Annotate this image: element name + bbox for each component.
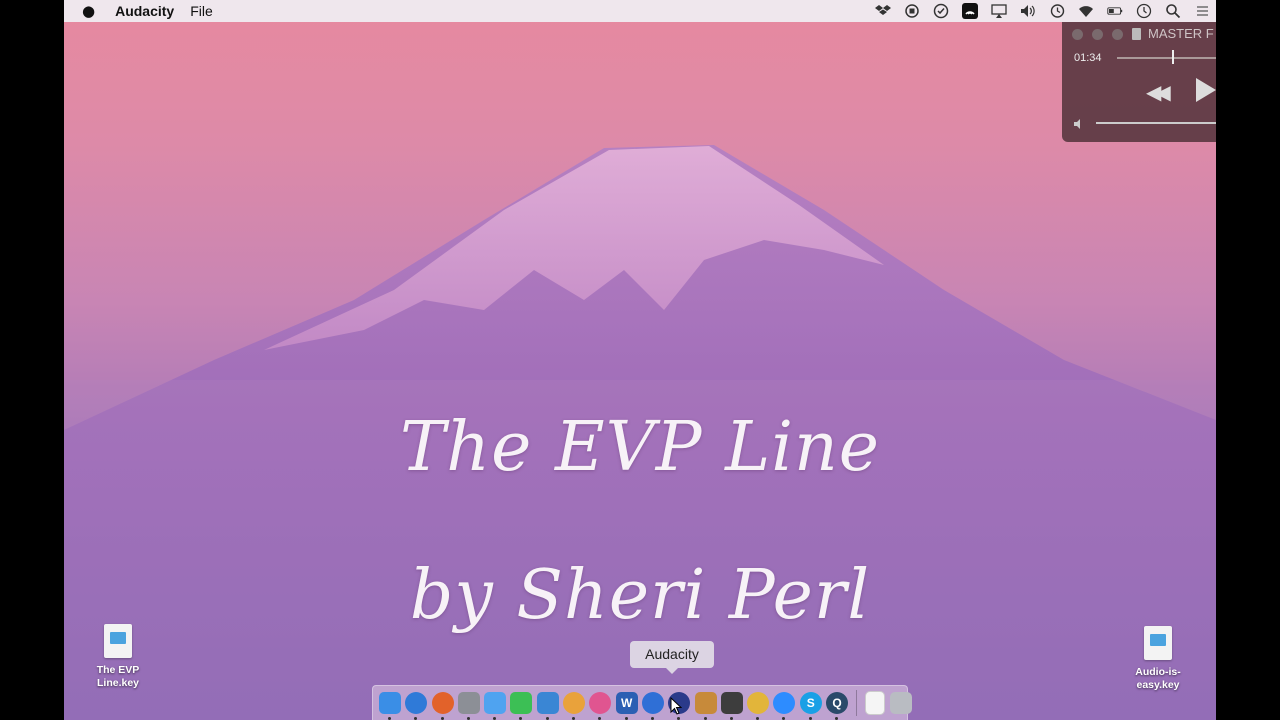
- elapsed-time: 01:34: [1074, 52, 1102, 64]
- dock: W SQ: [372, 685, 912, 720]
- close-window-button[interactable]: [1072, 29, 1083, 40]
- slide-title: The EVP Line: [399, 408, 881, 487]
- battery-icon[interactable]: [1100, 0, 1129, 22]
- desktop: ● Audacity File The EVP Line by Sheri Pe…: [64, 0, 1216, 720]
- zoom-window-button[interactable]: [1112, 29, 1123, 40]
- quicktime-player-window: MASTER F 01:34 ◀◀: [1062, 22, 1216, 142]
- teamviewer-icon[interactable]: [641, 692, 664, 720]
- skype-icon[interactable]: S: [799, 692, 822, 720]
- word-icon[interactable]: W: [615, 692, 638, 720]
- scrubber-handle[interactable]: [1172, 50, 1174, 64]
- app-menu[interactable]: Audacity: [115, 0, 174, 22]
- checkmark-icon[interactable]: [926, 0, 955, 22]
- status-icons: [868, 0, 1216, 22]
- messages-icon[interactable]: [484, 692, 507, 720]
- file-name-line1: Audio-is-: [1135, 666, 1181, 678]
- volume-slider[interactable]: [1096, 122, 1216, 124]
- player-title: MASTER F: [1148, 26, 1214, 41]
- desktop-file-audio-is-easy[interactable]: Audio-is- easy.key: [1123, 626, 1193, 692]
- facetime-icon[interactable]: [510, 692, 533, 720]
- file-name-line2: Line.key: [96, 677, 140, 689]
- zoom-icon[interactable]: [773, 692, 796, 720]
- play-icon[interactable]: [1196, 78, 1216, 102]
- document-icon: [1132, 28, 1141, 40]
- wifi-app-icon[interactable]: [955, 0, 984, 22]
- volume-icon[interactable]: [1013, 0, 1042, 22]
- file-name-line2: easy.key: [1136, 679, 1180, 691]
- itunes-icon[interactable]: [589, 692, 612, 720]
- record-icon[interactable]: [897, 0, 926, 22]
- slide-subtitle: by Sheri Perl: [409, 556, 871, 635]
- file-name-line1: The EVP: [96, 664, 140, 676]
- spotlight-icon[interactable]: [1158, 0, 1187, 22]
- menu-bar: ● Audacity File: [64, 0, 1216, 22]
- wifi-icon[interactable]: [1071, 0, 1100, 22]
- notification-center-icon[interactable]: [1187, 0, 1216, 22]
- safari-icon[interactable]: [405, 692, 428, 720]
- document-icon[interactable]: [865, 691, 886, 715]
- keynote-icon[interactable]: [536, 692, 559, 720]
- apple-menu-icon[interactable]: ●: [82, 0, 95, 22]
- trash-icon[interactable]: [889, 692, 912, 714]
- desktop-file-evp-line[interactable]: The EVP Line.key: [83, 624, 153, 690]
- preview-icon[interactable]: [457, 692, 480, 720]
- volume-icon: [1074, 119, 1080, 129]
- time-machine-icon[interactable]: [1042, 0, 1071, 22]
- mouse-cursor-icon: [670, 697, 682, 715]
- rewind-icon[interactable]: ◀◀: [1146, 80, 1171, 105]
- garageband-icon[interactable]: [694, 692, 717, 720]
- dock-separator: [856, 690, 858, 716]
- file-menu[interactable]: File: [190, 0, 213, 22]
- chrome-icon[interactable]: [747, 692, 770, 720]
- clock-icon[interactable]: [1129, 0, 1158, 22]
- airplay-icon[interactable]: [984, 0, 1013, 22]
- photos-icon[interactable]: [563, 692, 586, 720]
- keynote-file-icon: [104, 624, 132, 658]
- dock-tooltip: Audacity: [630, 641, 714, 674]
- keynote-file-icon: [1144, 626, 1172, 660]
- quicktime-icon[interactable]: Q: [826, 692, 849, 720]
- scrubber-track[interactable]: [1117, 57, 1216, 59]
- minimize-window-button[interactable]: [1092, 29, 1103, 40]
- dropbox-icon[interactable]: [868, 0, 897, 22]
- finder-icon[interactable]: [379, 692, 401, 720]
- firefox-icon[interactable]: [431, 692, 454, 720]
- waveform-app-icon[interactable]: [720, 692, 743, 720]
